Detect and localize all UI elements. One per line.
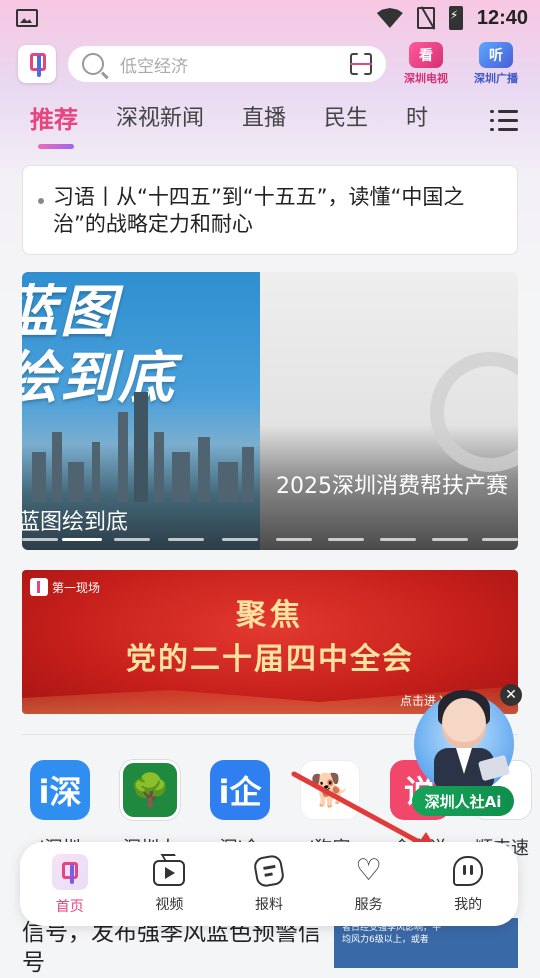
slide-art-text: 蓝图绘到底 xyxy=(22,280,176,411)
tab-news[interactable]: 深视新闻 xyxy=(116,100,204,132)
radio-icon: 听 xyxy=(479,42,513,68)
tv-icon: 看 xyxy=(409,42,443,68)
carousel-slide-consumption[interactable]: 2025深圳消费帮扶产赛 xyxy=(260,272,518,550)
tv-button-label: 深圳电视 xyxy=(404,72,448,85)
home-icon xyxy=(51,854,88,890)
channel-tabs: 推荐 深视新闻 直播 民生 时 xyxy=(30,100,490,150)
nav-home-label: 首页 xyxy=(55,899,84,915)
radio-button[interactable]: 听 深圳广播 xyxy=(466,42,526,86)
nav-report-label: 报料 xyxy=(254,897,283,913)
search-placeholder: 低空经济 xyxy=(120,56,188,77)
no-sim-icon xyxy=(416,7,435,29)
nav-service-label: 服务 xyxy=(354,897,383,913)
nav-report[interactable]: 报料 xyxy=(219,842,319,926)
tab-recommend[interactable]: 推荐 xyxy=(30,100,78,149)
tab-live[interactable]: 直播 xyxy=(242,100,286,132)
ienterprise-icon: i企 xyxy=(210,760,270,820)
headline-card[interactable]: 习语丨从“十四五”到“十五五”，读懂“中国之治”的战略定力和耐心 xyxy=(22,165,518,255)
banner-title-line1: 聚焦 xyxy=(236,598,304,633)
status-bar: 12:40 xyxy=(0,0,540,36)
nav-mine[interactable]: 我的 xyxy=(418,842,518,926)
app-logo[interactable] xyxy=(18,45,56,83)
slide1-caption: 蓝图绘到底 xyxy=(22,510,129,535)
tab-current[interactable]: 时 xyxy=(406,100,428,132)
wifi-icon xyxy=(376,8,403,28)
nav-video-label: 视频 xyxy=(155,897,184,913)
status-time: 12:40 xyxy=(476,6,528,29)
heart-icon: ♡ xyxy=(355,853,383,888)
nav-video[interactable]: 视频 xyxy=(120,842,220,926)
assistant-label: 深圳人社Ai xyxy=(412,786,514,816)
close-icon[interactable]: ✕ xyxy=(500,684,522,706)
battery-charging-icon xyxy=(448,6,463,30)
channel-menu-icon[interactable] xyxy=(490,110,518,132)
slide2-caption: 2025深圳消费帮扶产赛 xyxy=(276,474,508,499)
carousel-indicators xyxy=(22,538,518,542)
news-carousel[interactable]: 蓝图绘到底 蓝图绘到底 2025深圳消费帮扶产赛 xyxy=(22,272,518,550)
assistant-avatar xyxy=(442,698,486,748)
report-icon xyxy=(252,853,286,889)
nav-home[interactable]: 首页 xyxy=(20,842,120,926)
bottom-navigation: 首页 视频 报料 ♡ 服务 我的 xyxy=(20,842,518,926)
radio-button-label: 深圳广播 xyxy=(474,72,518,85)
carousel-slide-blueprint[interactable]: 蓝图绘到底 蓝图绘到底 xyxy=(22,272,260,550)
tab-livelihood[interactable]: 民生 xyxy=(324,100,368,132)
ai-assistant-floating-button[interactable]: 深圳人社Ai ✕ xyxy=(412,684,522,818)
ishenzhen-icon: i深 xyxy=(30,760,90,820)
scan-icon[interactable] xyxy=(350,53,372,75)
tv-button[interactable]: 看 深圳电视 xyxy=(396,42,456,86)
banner-title-line2: 党的二十届四中全会 xyxy=(126,642,414,677)
search-bar[interactable]: 低空经济 xyxy=(68,46,386,82)
video-icon xyxy=(153,860,186,886)
search-icon xyxy=(82,53,104,75)
news-list-item-title[interactable]: 信号，发布强季风蓝色预警信号 xyxy=(22,918,322,978)
logo-mark-icon xyxy=(28,51,46,77)
nav-service[interactable]: ♡ 服务 xyxy=(319,842,419,926)
nav-mine-label: 我的 xyxy=(454,897,483,913)
tree-icon: 🌳 xyxy=(120,760,180,820)
slide-graphic xyxy=(430,352,518,472)
gallery-notification-icon xyxy=(16,9,38,27)
app-header: 低空经济 看 深圳电视 听 深圳广播 xyxy=(18,42,528,86)
mine-icon xyxy=(453,856,484,886)
